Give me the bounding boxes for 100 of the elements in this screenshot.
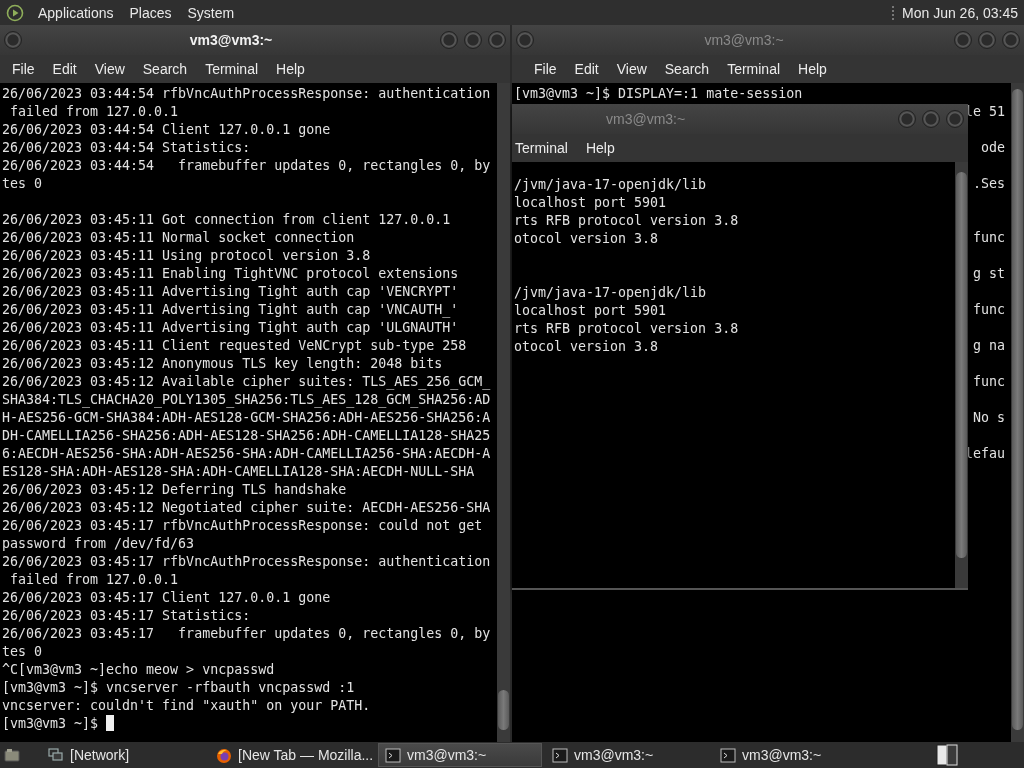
- scrollbar-thumb[interactable]: [498, 690, 509, 730]
- menu-item[interactable]: Search: [133, 61, 197, 77]
- terminal-line: 26/06/2023 03:45:17 framebuffer updates 0, rectangles 0, by: [2, 625, 492, 643]
- terminal-line: password from /dev/fd/63: [2, 535, 196, 553]
- play-circle-icon: [6, 3, 24, 22]
- terminal-line: 26/06/2023 03:45:12 Negotiated cipher suite: AECDH-AES256-SHA: [2, 499, 492, 517]
- terminal-line: rts RFB protocol version 3.8: [514, 320, 740, 338]
- menu-item[interactable]: File: [525, 61, 566, 77]
- network-icon: [48, 747, 64, 763]
- taskbar-button[interactable]: vm3@vm3:~: [546, 743, 710, 767]
- menu-item[interactable]: File: [3, 61, 44, 77]
- window-control-button[interactable]: [464, 31, 482, 49]
- menu-item[interactable]: Terminal: [718, 61, 790, 77]
- window-control-button[interactable]: [922, 110, 940, 128]
- terminal-line: 26/06/2023 03:44:54 Statistics:: [2, 139, 252, 157]
- terminal-line: le 51: [964, 103, 1005, 121]
- panel-menu[interactable]: Places: [121, 4, 180, 21]
- window-menu-button[interactable]: [4, 31, 22, 49]
- terminal-line: failed from 127.0.0.1: [9, 571, 180, 589]
- terminal-line: 6:AECDH-AES256-SHA:ADH-AES256-SHA:ADH-CAMELLIA256-SHA:AECDH-A: [2, 445, 492, 463]
- clock[interactable]: Mon Jun 26, 03:45: [902, 4, 1018, 21]
- terminal-line: 26/06/2023 03:45:11 Advertising Tight auth cap 'VENCRYPT': [2, 283, 460, 301]
- terminal-line: 26/06/2023 03:45:11 Advertising Tight auth cap 'VNCAUTH_': [2, 301, 460, 319]
- scrollbar-thumb[interactable]: [956, 172, 967, 558]
- terminal-line: [vm3@vm3 ~]$ DISPLAY=:1 mate-session: [514, 85, 804, 103]
- terminal-line: g st: [972, 265, 1005, 283]
- taskbar-button[interactable]: [Network]: [42, 743, 206, 767]
- terminal-icon: [552, 747, 568, 763]
- taskbar-button[interactable]: vm3@vm3:~: [378, 743, 542, 767]
- menu-item[interactable]: View: [607, 61, 656, 77]
- terminal-line: 26/06/2023 03:45:11 Got connection from client 127.0.0.1: [2, 211, 452, 229]
- terminal-line: 26/06/2023 03:45:17 Statistics:: [2, 607, 252, 625]
- menu-item[interactable]: Terminal: [512, 140, 577, 156]
- window-control-button[interactable]: [488, 31, 506, 49]
- window-title: vm3@vm3:~: [703, 32, 785, 48]
- terminal-line: 26/06/2023 03:45:12 Deferring TLS handshake: [2, 481, 348, 499]
- terminal-line: localhost port 5901: [514, 194, 668, 212]
- menu-item[interactable]: Terminal: [196, 61, 268, 77]
- terminal-line: No s: [972, 409, 1005, 427]
- terminal-line: rts RFB protocol version 3.8: [514, 212, 740, 230]
- terminal-line: localhost port 5901: [514, 302, 668, 320]
- menu-item[interactable]: Help: [267, 61, 314, 77]
- menu-item[interactable]: Edit: [43, 61, 86, 77]
- window-control-button[interactable]: [440, 31, 458, 49]
- terminal-line: ES128-SHA:ADH-AES128-SHA:ADH-CAMELLIA128-SHA:AECDH-NULL-SHA: [2, 463, 476, 481]
- terminal-line: /jvm/java-17-openjdk/lib: [514, 176, 708, 194]
- scrollbar-thumb[interactable]: [1012, 89, 1023, 730]
- window-control-button[interactable]: [1002, 31, 1020, 49]
- terminal-line: 26/06/2023 03:45:12 Available cipher suites: TLS_AES_256_GCM_: [2, 373, 492, 391]
- panel-menu[interactable]: Applications: [30, 4, 122, 21]
- terminal-line: 26/06/2023 03:44:54 rfbVncAuthProcessResponse: authentication: [2, 85, 492, 103]
- terminal-line: vncserver: couldn't find "xauth" on your PATH.: [2, 697, 372, 715]
- terminal-icon: [385, 747, 401, 763]
- terminal-line: .Ses: [972, 175, 1005, 193]
- terminal-line: 26/06/2023 03:45:12 Anonymous TLS key length: 2048 bits: [2, 355, 444, 373]
- terminal-line: failed from 127.0.0.1: [9, 103, 180, 121]
- terminal-line: g na: [972, 337, 1005, 355]
- terminal-line: [vm3@vm3 ~]$: [2, 715, 497, 733]
- terminal-line: 26/06/2023 03:44:54 Client 127.0.0.1 gone: [2, 121, 332, 139]
- taskbar-button[interactable]: vm3@vm3:~: [714, 743, 878, 767]
- terminal-line: SHA384:TLS_CHACHA20_POLY1305_SHA256:TLS_AES_128_GCM_SHA256:AD: [2, 391, 492, 409]
- scrollbar[interactable]: [955, 162, 968, 588]
- menu-item[interactable]: Help: [576, 140, 624, 156]
- window-control-button[interactable]: [978, 31, 996, 49]
- panel-menu[interactable]: System: [179, 4, 243, 21]
- terminal-line: tes 0: [2, 175, 44, 193]
- terminal-line: 26/06/2023 03:44:54 framebuffer updates 0, rectangles 0, by: [2, 157, 492, 175]
- window-title: vm3@vm3:~: [188, 32, 274, 48]
- window-control-button[interactable]: [954, 31, 972, 49]
- scrollbar[interactable]: [497, 83, 510, 742]
- terminal-line: func: [972, 301, 1005, 319]
- browser-icon: [216, 747, 232, 763]
- terminal-line: func: [972, 229, 1005, 247]
- taskbar-button[interactable]: [New Tab — Mozilla...: [210, 743, 374, 767]
- terminal-line: 26/06/2023 03:45:11 Advertising Tight auth cap 'ULGNAUTH': [2, 319, 460, 337]
- terminal-icon: [720, 747, 736, 763]
- terminal-line: /jvm/java-17-openjdk/lib: [514, 284, 708, 302]
- menu-item[interactable]: Help: [789, 61, 836, 77]
- window-control-button[interactable]: [946, 110, 964, 128]
- terminal-line: tes 0: [2, 643, 44, 661]
- terminal-line: 26/06/2023 03:45:11 Normal socket connection: [2, 229, 356, 247]
- panel-separator: [892, 5, 896, 20]
- menu-item[interactable]: Search: [655, 61, 719, 77]
- window-control-button[interactable]: [898, 110, 916, 128]
- terminal-line: 26/06/2023 03:45:11 Enabling TightVNC protocol extensions: [2, 265, 460, 283]
- terminal-line: 26/06/2023 03:45:11 Client requested VeNCrypt sub-type 258: [2, 337, 468, 355]
- menu-item[interactable]: View: [85, 61, 134, 77]
- show-desktop-icon: [4, 748, 20, 762]
- scrollbar[interactable]: [1011, 83, 1024, 742]
- terminal-line: func: [972, 373, 1005, 391]
- terminal-line: lefau: [964, 445, 1005, 463]
- terminal-line: ode: [980, 139, 1005, 157]
- terminal-line: H-AES256-GCM-SHA384:ADH-AES128-GCM-SHA256:ADH-AES256-SHA256:A: [2, 409, 492, 427]
- terminal-line: otocol version 3.8: [514, 230, 660, 248]
- terminal-line: [vm3@vm3 ~]$ vncserver -rfbauth vncpasswd :1: [2, 679, 356, 697]
- terminal-line: 26/06/2023 03:45:17 rfbVncAuthProcessResponse: authentication: [2, 553, 492, 571]
- terminal-line: DH-CAMELLIA256-SHA256:ADH-AES128-SHA256:ADH-CAMELLIA128-SHA25: [2, 427, 492, 445]
- window-menu-button[interactable]: [516, 31, 534, 49]
- menu-item[interactable]: Edit: [565, 61, 608, 77]
- terminal-line: 26/06/2023 03:45:17 rfbVncAuthProcessResponse: could not get: [2, 517, 484, 535]
